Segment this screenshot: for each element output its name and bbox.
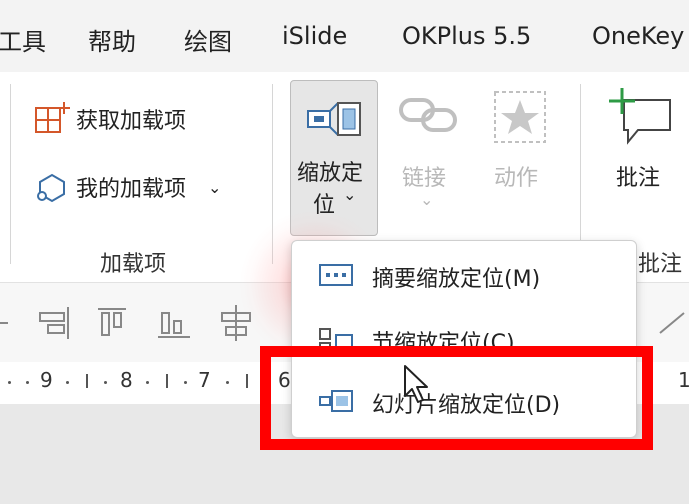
ruler-mark (246, 374, 248, 388)
link-button-label: 链接 (402, 166, 447, 191)
addins-group-label: 加载项 (100, 252, 167, 277)
chevron-down-icon: ⌄ (420, 190, 434, 209)
ruler-mark (146, 381, 149, 384)
chevron-down-icon[interactable]: ⌄ (208, 178, 221, 197)
tab-tools[interactable]: 工具 (0, 22, 46, 57)
ruler-number: 9 (40, 368, 53, 392)
ruler-mark (166, 374, 168, 388)
ruler-mark (184, 381, 187, 384)
menu-item-summary-zoom[interactable]: 摘要缩放定位(M) (292, 245, 636, 305)
ruler-mark (26, 381, 29, 384)
zoom-button[interactable]: 缩放定 位 ⌄ (290, 80, 378, 236)
get-addins-button[interactable]: 获取加载项 (34, 102, 186, 136)
group-separator (10, 84, 11, 264)
comment-button[interactable]: 批注 (600, 82, 680, 232)
highlight-annotation (260, 346, 653, 450)
ruler-number: 1 (678, 368, 689, 392)
tab-islide[interactable]: iSlide (282, 22, 347, 50)
tab-draw[interactable]: 绘图 (184, 22, 232, 57)
ruler-mark (104, 381, 107, 384)
link-button[interactable]: 链接 ⌄ (392, 82, 464, 232)
ruler-mark (8, 381, 11, 384)
comment-button-label: 批注 (616, 166, 661, 191)
menu-item-label: 摘要缩放定位(M) (372, 267, 541, 292)
group-separator (580, 84, 581, 264)
chevron-down-icon: ⌄ (343, 185, 357, 204)
ruler-number: 8 (120, 368, 133, 392)
ruler-mark (66, 381, 69, 384)
get-addins-label: 获取加载项 (76, 109, 187, 134)
tab-help[interactable]: 帮助 (88, 22, 136, 57)
my-addins-button[interactable]: 我的加载项 ⌄ (34, 170, 221, 204)
link-chain-icon (399, 98, 457, 132)
action-button[interactable]: 动作 (486, 82, 558, 232)
my-addins-label: 我的加载项 (76, 177, 187, 202)
tab-okplus[interactable]: OKPlus 5.5 (402, 22, 531, 50)
mouse-pointer-icon (404, 365, 428, 403)
ruler-mark (226, 381, 229, 384)
store-icon (35, 102, 70, 133)
group-separator (272, 84, 273, 264)
zoom-button-label-line2: 位 (313, 193, 336, 218)
zoom-button-label-line1: 缩放定 (297, 161, 364, 186)
action-button-label: 动作 (494, 166, 539, 191)
ruler-number: 7 (198, 368, 211, 392)
ruler-mark (86, 374, 88, 388)
comment-add-icon (609, 88, 671, 145)
action-star-icon (494, 91, 546, 143)
comments-group-label: 批注 (638, 252, 683, 277)
summary-zoom-icon (319, 264, 353, 286)
zoom-slide-icon (307, 102, 361, 136)
ribbon-tab-bar: 工具 帮助 绘图 iSlide OKPlus 5.5 OneKey (0, 0, 689, 72)
addin-cube-icon (37, 173, 65, 203)
tab-onekey[interactable]: OneKey (592, 22, 684, 50)
